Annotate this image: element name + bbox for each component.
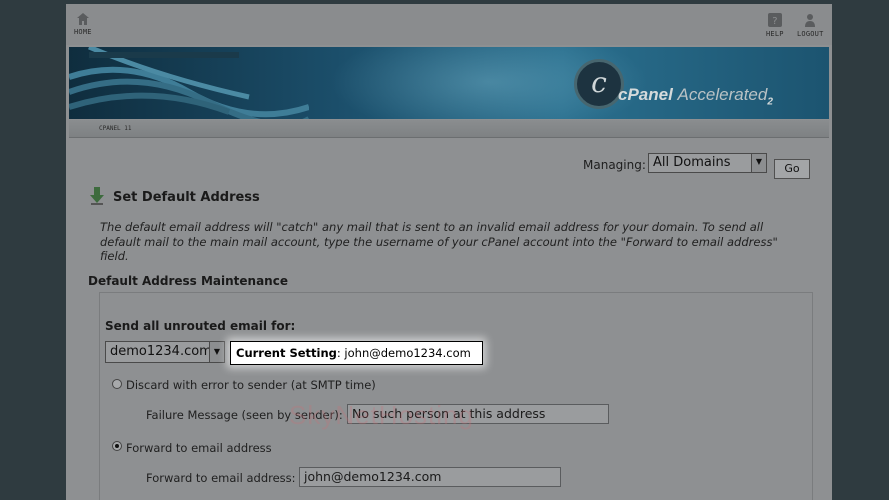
current-setting-value: : john@demo1234.com (336, 346, 471, 360)
send-unrouted-label: Send all unrouted email for: (105, 319, 296, 333)
help-icon: ? (767, 13, 782, 27)
cpanel-logo-mark: c (574, 59, 624, 109)
home-icon (76, 13, 89, 25)
user-icon (805, 14, 816, 27)
cpanel-window: HOME ? HELP LOGOUT c cPanel Accelerated2… (66, 4, 832, 500)
forward-radio[interactable] (112, 441, 122, 451)
home-button[interactable]: HOME (74, 12, 92, 36)
download-arrow-icon (90, 187, 104, 205)
logout-label: LOGOUT (797, 30, 824, 38)
domain-select[interactable]: demo1234.com ▼ (105, 341, 225, 363)
header-banner: c cPanel Accelerated2 (69, 47, 829, 119)
domain-scope-value: All Domains (653, 155, 731, 170)
main-content: Managing: All Domains ▼ Go Set Default A… (69, 138, 829, 500)
forward-label: Forward to email address (126, 441, 272, 455)
top-navigation: HOME ? HELP LOGOUT (66, 4, 832, 45)
discard-radio[interactable] (112, 379, 122, 389)
go-button[interactable]: Go (774, 159, 810, 179)
domain-scope-select[interactable]: All Domains ▼ (648, 153, 767, 173)
logout-button[interactable]: LOGOUT (797, 12, 824, 38)
version-number: 2 (767, 96, 773, 108)
watermark: SkyNetHosting (289, 400, 474, 430)
network-cables-graphic (69, 47, 309, 119)
product-name: Accelerated (677, 85, 768, 104)
section-heading: Default Address Maintenance (88, 274, 288, 288)
domain-select-value: demo1234.com (110, 344, 212, 359)
forward-address-input[interactable]: john@demo1234.com (299, 467, 561, 487)
forward-address-label: Forward to email address: (146, 471, 296, 485)
help-label: HELP (766, 30, 784, 38)
managing-label: Managing: (583, 158, 646, 172)
breadcrumb[interactable]: CPANEL 11 (99, 125, 132, 132)
current-setting-label: Current Setting (236, 346, 337, 360)
home-label: HOME (74, 28, 92, 36)
page-description: The default email address will "catch" a… (100, 220, 778, 263)
cpanel-logo: c cPanel Accelerated2 (574, 57, 824, 115)
chevron-down-icon[interactable]: ▼ (751, 154, 766, 172)
discard-label: Discard with error to sender (at SMTP ti… (126, 378, 376, 392)
current-setting-callout: Current Setting: john@demo1234.com (230, 341, 483, 365)
page-title: Set Default Address (113, 190, 260, 205)
chevron-down-icon[interactable]: ▼ (209, 342, 224, 362)
breadcrumb-bar: CPANEL 11 (69, 120, 829, 138)
brand-name: cPanel (618, 85, 673, 104)
help-button[interactable]: ? HELP (766, 12, 784, 38)
svg-text:?: ? (772, 16, 778, 27)
cpanel-logo-text: cPanel Accelerated2 (618, 85, 773, 107)
